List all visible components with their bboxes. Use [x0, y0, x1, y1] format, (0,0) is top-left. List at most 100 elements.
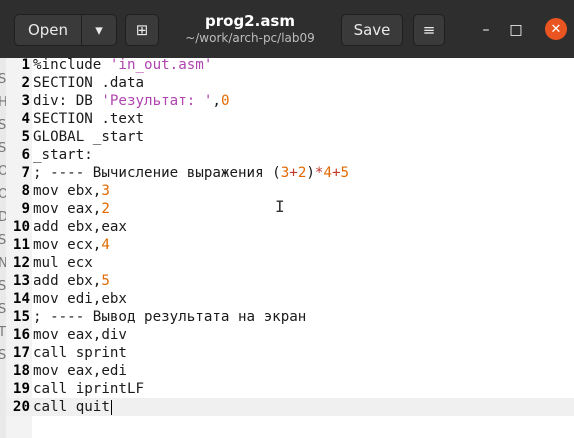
- token-num: 5: [340, 165, 350, 181]
- token-text: _start:: [33, 147, 93, 163]
- close-button[interactable]: ✕: [545, 18, 567, 40]
- token-num: 4: [101, 237, 110, 253]
- line-number: 16: [12, 327, 30, 343]
- line-number: 20: [12, 399, 30, 415]
- token-num: 2: [101, 201, 110, 217]
- code-text: call sprint: [33, 344, 127, 362]
- code-line[interactable]: 2 SECTION .data: [6, 74, 574, 92]
- token-op: +: [289, 165, 298, 181]
- text-caret: [110, 399, 112, 415]
- code-editor[interactable]: 1 %include 'in_out.asm' 2 SECTION .data 3 div…: [6, 56, 574, 416]
- line-number: 5: [21, 129, 30, 145]
- token-op: +: [332, 165, 341, 181]
- code-line[interactable]: 18 mov eax,edi: [6, 362, 574, 380]
- text-cursor-ibeam-icon: I: [275, 197, 285, 216]
- open-dropdown-button[interactable]: ▾: [81, 14, 117, 46]
- save-label: Save: [353, 21, 391, 39]
- token-text: ): [306, 165, 315, 181]
- code-text: ; ---- Вычисление выражения (3+2)*4+5: [33, 164, 349, 182]
- save-button[interactable]: Save: [341, 14, 403, 46]
- code-text: mov eax,edi: [33, 362, 127, 380]
- code-line[interactable]: 4 SECTION .text: [6, 110, 574, 128]
- code-text: _start:: [33, 146, 93, 164]
- token-text: mov ecx,: [33, 237, 102, 253]
- code-text: ; ---- Вывод результата на экран: [33, 308, 306, 326]
- code-text: add ebx,5: [33, 272, 110, 290]
- line-number: 4: [21, 111, 30, 127]
- code-text: div: DB 'Результат: ',0: [33, 92, 229, 110]
- code-line[interactable]: 10 add ebx,eax: [6, 218, 574, 236]
- open-label: Open: [27, 21, 69, 39]
- token-text: mul ecx: [33, 255, 93, 271]
- code-line-current[interactable]: 20 call quit: [6, 398, 574, 416]
- token-text: %include: [33, 57, 110, 73]
- line-number: 19: [12, 381, 30, 397]
- token-text: call iprintLF: [33, 381, 145, 397]
- code-text: SECTION .text: [33, 110, 144, 128]
- code-line[interactable]: 7; ---- Вычисление выражения (3+2)*4+5: [6, 164, 574, 182]
- line-number: 10: [12, 219, 30, 235]
- token-text: call quit: [33, 399, 110, 415]
- code-text: SECTION .data: [33, 74, 144, 92]
- code-line[interactable]: 13 add ebx,5: [6, 272, 574, 290]
- code-line[interactable]: 6 _start:: [6, 146, 574, 164]
- title-area: prog2.asm ~/work/arch-pc/lab09: [170, 12, 330, 46]
- window-title: prog2.asm: [205, 12, 295, 30]
- code-line[interactable]: 11 mov ecx,4: [6, 236, 574, 254]
- line-number: 11: [12, 237, 30, 253]
- token-text: mov edi,ebx: [33, 291, 127, 307]
- token-text: ; ---- Вывод результата на экран: [33, 309, 307, 325]
- minimize-button[interactable]: –: [476, 20, 496, 40]
- line-number: 9: [21, 201, 30, 217]
- new-tab-button[interactable]: ⊞: [125, 14, 159, 46]
- code-line[interactable]: 19 call iprintLF: [6, 380, 574, 398]
- token-text: SECTION .text: [33, 111, 145, 127]
- code-text: call iprintLF: [33, 380, 144, 398]
- token-str: 'in_out.asm': [109, 57, 213, 73]
- code-line[interactable]: 3 div: DB 'Результат: ',0: [6, 92, 574, 110]
- token-text: mov ebx,: [33, 183, 102, 199]
- line-number: 12: [12, 255, 30, 271]
- line-number: 3: [21, 93, 30, 109]
- code-line[interactable]: 15; ---- Вывод результата на экран: [6, 308, 574, 326]
- code-text: call quit: [33, 398, 112, 416]
- code-line[interactable]: 8 mov ebx,3: [6, 182, 574, 200]
- code-text: GLOBAL _start: [33, 128, 144, 146]
- code-line[interactable]: 5 GLOBAL _start: [6, 128, 574, 146]
- open-button[interactable]: Open: [14, 14, 82, 46]
- line-number: 17: [12, 345, 30, 361]
- code-text: mov ecx,4: [33, 236, 110, 254]
- menu-button[interactable]: ≡: [413, 14, 445, 46]
- new-tab-icon: ⊞: [135, 21, 149, 39]
- code-text: mov eax,2: [33, 200, 110, 218]
- code-line[interactable]: 9 mov eax,2: [6, 200, 574, 218]
- code-line[interactable]: 16 mov eax,div: [6, 326, 574, 344]
- token-text: mov eax,: [33, 201, 102, 217]
- token-text: ,: [212, 93, 221, 109]
- token-str: 'Результат: ': [101, 93, 213, 109]
- line-number: 13: [12, 273, 30, 289]
- line-number: 15: [12, 309, 30, 325]
- code-line[interactable]: 1 %include 'in_out.asm': [6, 56, 574, 74]
- window-subtitle: ~/work/arch-pc/lab09: [185, 31, 315, 45]
- code-text: mov eax,div: [33, 326, 127, 344]
- line-number: 1: [21, 57, 30, 73]
- line-number: 8: [21, 183, 30, 199]
- code-line[interactable]: 17 call sprint: [6, 344, 574, 362]
- minimize-icon: –: [482, 22, 490, 38]
- code-line[interactable]: 12 mul ecx: [6, 254, 574, 272]
- code-text: mul ecx: [33, 254, 93, 272]
- token-text: mov eax,div: [33, 327, 127, 343]
- hamburger-menu-icon: ≡: [422, 21, 436, 39]
- token-text: ; ---- Вычисление выражения (: [33, 165, 281, 181]
- token-text: add ebx,eax: [33, 219, 127, 235]
- token-text: SECTION .data: [33, 75, 145, 91]
- line-number: 14: [12, 291, 30, 307]
- line-number: 6: [21, 147, 30, 163]
- maximize-button[interactable]: □: [506, 20, 526, 40]
- close-icon: ✕: [550, 21, 562, 37]
- code-text: mov ebx,3: [33, 182, 110, 200]
- token-text: GLOBAL _start: [33, 129, 145, 145]
- line-number: 18: [12, 363, 30, 379]
- code-line[interactable]: 14 mov edi,ebx: [6, 290, 574, 308]
